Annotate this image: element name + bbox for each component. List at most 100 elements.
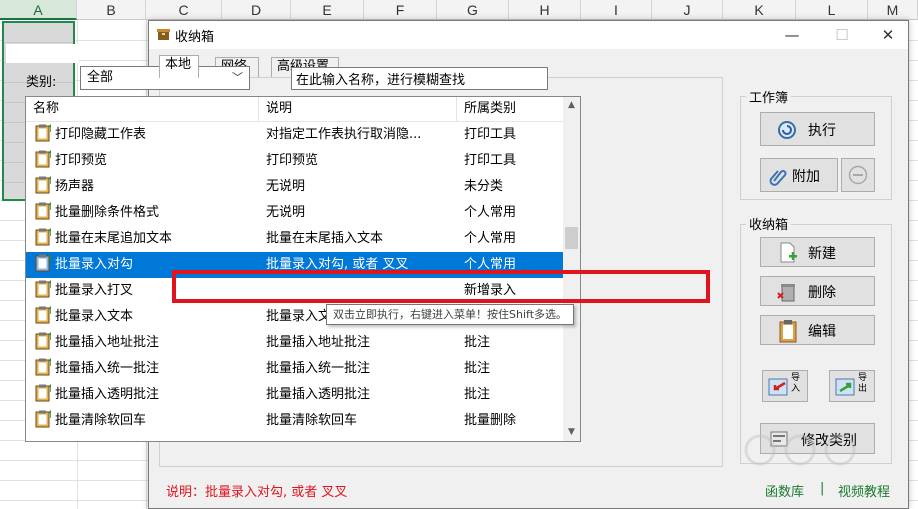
dialog-titlebar[interactable]: 收纳箱 — ☐ ✕ [149, 21, 908, 49]
watermark-logo [744, 434, 856, 466]
trash-icon [777, 284, 795, 302]
list-item[interactable]: 批量删除条件格式 无说明 个人常用 [26, 200, 564, 226]
vertical-scrollbar[interactable]: ▲ ▼ [563, 97, 580, 441]
list-item[interactable]: 打印预览 打印预览 打印工具 [26, 148, 564, 174]
cell-divider [4, 42, 73, 43]
clipboard-icon [779, 320, 797, 343]
column-header-a[interactable]: A [0, 0, 77, 20]
list-item[interactable]: 批量录入打叉 新增录入 [26, 278, 564, 304]
edit-label: 编辑 [808, 324, 836, 340]
item-description: 批量插入统一批注 [266, 361, 371, 376]
close-button[interactable]: ✕ [865, 21, 911, 49]
item-category: 个人常用 [464, 231, 517, 246]
item-category: 新增录入 [464, 283, 517, 298]
edit-button[interactable]: 编辑 [760, 315, 875, 345]
scrollbar-thumb[interactable] [565, 227, 578, 249]
column-header-d[interactable]: D [222, 0, 291, 20]
execute-button[interactable]: 执行 [760, 112, 875, 146]
column-header-name[interactable]: 名称 [26, 97, 259, 121]
paperclip-icon [769, 170, 787, 186]
description-text: 说明：批量录入对勾, 或者 叉叉 [166, 485, 348, 500]
import-button[interactable]: 导入 [762, 370, 808, 402]
item-name-cell: 打印隐藏工作表 [35, 122, 260, 148]
clipboard-item-icon [35, 410, 51, 428]
item-name-cell: 批量录入文本 [35, 304, 260, 330]
item-name-cell: 批量录入对勾 [35, 252, 260, 278]
list-item[interactable]: 批量清除软回车 批量清除软回车 批量删除 [26, 408, 564, 434]
column-header-l[interactable]: L [796, 0, 868, 20]
new-button[interactable]: 新建 [760, 237, 875, 267]
minimize-button[interactable]: — [769, 21, 815, 49]
item-name-cell: 批量插入统一批注 [35, 356, 260, 382]
column-header-b[interactable]: B [77, 0, 146, 20]
list-item[interactable]: 批量插入地址批注 批量插入地址批注 批注 [26, 330, 564, 356]
clipboard-item-icon [35, 358, 51, 376]
item-name-cell: 批量删除条件格式 [35, 200, 260, 226]
item-description: 批量清除软回车 [266, 413, 358, 428]
export-button[interactable]: 导出 [829, 370, 875, 402]
item-list[interactable]: 名称 说明 所属类别 打印隐藏工作表 对指定工作表执行取消隐... 打印工具打印预览… [25, 96, 581, 442]
list-item[interactable]: 打印隐藏工作表 对指定工作表执行取消隐... 打印工具 [26, 122, 564, 148]
column-header-k[interactable]: K [723, 0, 796, 20]
delete-button[interactable]: 删除 [760, 276, 875, 306]
column-header-i[interactable]: I [581, 0, 652, 20]
minus-circle-icon [848, 165, 868, 185]
column-header-h[interactable]: H [509, 0, 581, 20]
attach-button[interactable]: 附加 [760, 158, 838, 192]
new-label: 新建 [808, 246, 836, 262]
item-name-cell: 批量清除软回车 [35, 408, 260, 434]
item-name: 批量插入透明批注 [55, 387, 160, 402]
item-name: 批量插入统一批注 [55, 361, 160, 376]
clipboard-item-icon [35, 306, 51, 324]
execute-icon [778, 121, 796, 139]
list-item[interactable]: 批量在末尾追加文本 批量在末尾插入文本 个人常用 [26, 226, 564, 252]
item-name: 批量录入打叉 [55, 283, 134, 298]
export-label: 导出 [858, 373, 868, 394]
list-header: 名称 说明 所属类别 [26, 97, 564, 122]
search-input[interactable] [291, 67, 548, 90]
item-category: 个人常用 [464, 257, 517, 272]
clipboard-item-icon [35, 202, 51, 220]
column-header-m[interactable]: M [868, 0, 918, 20]
item-name: 批量录入对勾 [55, 257, 134, 272]
list-item[interactable]: 批量插入统一批注 批量插入统一批注 批注 [26, 356, 564, 382]
item-name: 批量清除软回车 [55, 413, 147, 428]
clipboard-item-icon [35, 228, 51, 246]
item-category: 批量删除 [464, 413, 517, 428]
list-item[interactable]: 批量录入对勾 批量录入对勾, 或者 叉叉 个人常用 [26, 252, 564, 278]
clipboard-item-icon [35, 254, 51, 272]
scroll-up-arrow-icon[interactable]: ▲ [563, 97, 580, 114]
new-document-icon [780, 242, 797, 263]
list-item[interactable]: 批量插入透明批注 批量插入透明批注 批注 [26, 382, 564, 408]
column-header-c[interactable]: C [146, 0, 222, 20]
tab-local[interactable]: 本地 [159, 55, 199, 78]
clipboard-item-icon [35, 384, 51, 402]
import-icon [768, 378, 788, 396]
item-name-cell: 批量录入打叉 [35, 278, 260, 304]
export-icon [835, 378, 855, 396]
item-category: 批注 [464, 387, 491, 402]
item-category: 个人常用 [464, 205, 517, 220]
column-header-j[interactable]: J [652, 0, 723, 20]
remove-button[interactable] [841, 158, 875, 192]
column-header-category[interactable]: 所属类别 [457, 97, 564, 121]
delete-label: 删除 [808, 285, 836, 301]
import-label: 导入 [791, 373, 801, 394]
item-description: 无说明 [266, 179, 306, 194]
item-name-cell: 批量在末尾追加文本 [35, 226, 260, 252]
item-category: 打印工具 [464, 153, 517, 168]
item-description: 批量插入透明批注 [266, 387, 371, 402]
item-description: 打印预览 [266, 153, 319, 168]
item-name-cell: 扬声器 [35, 174, 260, 200]
scroll-down-arrow-icon[interactable]: ▼ [563, 424, 580, 441]
maximize-button[interactable]: ☐ [819, 21, 865, 49]
active-cell[interactable] [6, 44, 79, 63]
item-name: 批量删除条件格式 [55, 205, 160, 220]
column-header-e[interactable]: E [291, 0, 364, 20]
column-header-f[interactable]: F [364, 0, 437, 20]
column-header-g[interactable]: G [437, 0, 509, 20]
item-name: 批量录入文本 [55, 309, 134, 324]
column-header-description[interactable]: 说明 [259, 97, 457, 121]
list-item[interactable]: 扬声器 无说明 未分类 [26, 174, 564, 200]
workbook-group-title: 工作簿 [746, 87, 792, 106]
